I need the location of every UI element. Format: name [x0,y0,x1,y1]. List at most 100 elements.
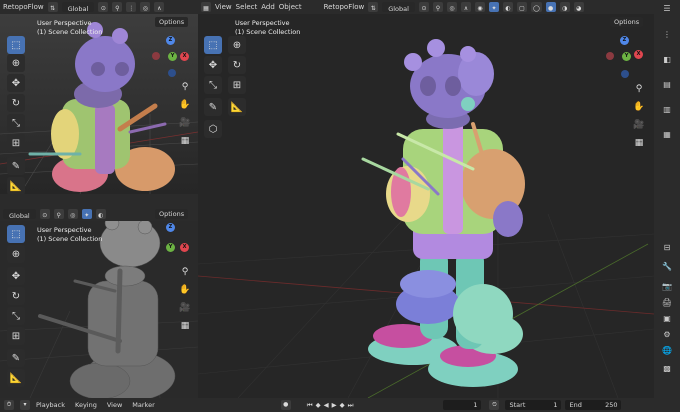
gizmo-y-axis[interactable]: Y [168,52,177,61]
ortho-grid-icon[interactable]: ▦ [178,134,192,148]
menu-add[interactable]: Add [261,0,275,14]
timeline-dropdown-icon[interactable]: ▾ [20,400,30,410]
view-layer-icon[interactable]: ▣ [660,314,674,326]
pivot-icon[interactable]: ⊙ [39,209,50,219]
move-tool[interactable]: ✥ [7,267,25,285]
top-left-viewport[interactable]: User Perspective (1) Scene Collection ⬚ … [0,14,198,194]
cursor-tool[interactable]: ⊕ [7,54,25,72]
zoom-icon[interactable]: ⚲ [178,80,192,94]
transform-tool[interactable]: ⊞ [7,134,25,152]
menu-keying[interactable]: Keying [75,401,97,409]
prev-keyframe-icon[interactable]: ◆ [316,401,321,409]
pan-hand-icon[interactable]: ✋ [178,98,192,112]
camera-icon[interactable]: 🎥 [178,116,192,130]
gizmo-y-axis[interactable]: Y [622,52,631,61]
scale-tool[interactable]: ⤡ [7,307,25,325]
transform-tool[interactable]: ⊞ [7,327,25,345]
menu-select[interactable]: Select [236,0,258,14]
play-icon[interactable]: ▶ [332,401,337,409]
pivot-icon[interactable]: ⊙ [98,2,109,12]
menu-playback[interactable]: Playback [36,401,65,409]
proportional-edit-icon[interactable]: ◎ [67,209,78,219]
orientation-dropdown[interactable]: Global [61,2,95,13]
main-viewport[interactable]: User Perspective (1) Scene Collection ⬚ … [198,14,654,398]
move-tool[interactable]: ✥ [204,56,222,74]
solid-shading-icon[interactable]: ● [545,2,556,12]
select-box-tool[interactable]: ⬚ [204,36,222,54]
render-properties-icon[interactable]: 📷 [660,282,674,294]
gizmo-z-axis[interactable]: Z [620,36,629,45]
overlay-icon[interactable]: ◐ [502,2,513,12]
object-list-icon[interactable]: ▥ [660,105,674,117]
scale-tool[interactable]: ⤡ [204,76,222,94]
pan-hand-icon[interactable]: ✋ [178,283,192,297]
xray-icon[interactable]: ▢ [516,2,527,12]
shading-icon[interactable]: ✦ [81,209,92,219]
scene-icon[interactable]: ◧ [660,55,674,67]
proportional-edit-icon[interactable]: ◎ [446,2,457,12]
tool-properties-icon[interactable]: 🔧 [660,262,674,274]
world-properties-icon[interactable]: 🌐 [660,346,674,358]
bottom-left-viewport[interactable]: User Perspective (1) Scene Collection ⬚ … [0,221,198,398]
snap-target-icon[interactable]: ⋮ [126,2,137,12]
gizmo-z-axis[interactable]: Z [166,223,175,232]
record-icon[interactable]: ● [280,400,291,410]
orientation-dropdown[interactable]: Global [3,209,36,220]
pivot-icon[interactable]: ⊙ [418,2,429,12]
menu-view[interactable]: View [107,401,122,409]
visibility-icon[interactable]: ◉ [474,2,485,12]
gizmo-x-negative[interactable] [152,52,160,60]
clock-icon[interactable]: ⏲ [489,400,500,410]
cursor-tool[interactable]: ⊕ [228,36,246,54]
jump-start-icon[interactable]: ⏮ [307,401,313,410]
properties-menu-icon[interactable]: ⊟ [660,243,674,255]
next-keyframe-icon[interactable]: ◆ [340,401,345,409]
measure-tool[interactable]: 📐 [7,369,25,387]
gizmo-x-axis[interactable]: X [180,52,189,61]
gizmo-x-axis[interactable]: X [634,50,643,59]
transform-orientation-icon[interactable]: ⇅ [47,2,58,12]
timeline-editor-icon[interactable]: ⏱ [4,400,14,410]
camera-icon[interactable]: 🎥 [632,118,646,132]
annotate-tool[interactable]: ✎ [7,349,25,367]
visibility-icon[interactable]: ▦ [660,130,674,142]
ortho-grid-icon[interactable]: ▦ [178,319,192,333]
gizmo-z-axis[interactable]: Z [166,36,175,45]
camera-icon[interactable]: 🎥 [178,301,192,315]
gizmo-y-axis[interactable]: Y [166,243,175,252]
ortho-grid-icon[interactable]: ▦ [632,136,646,150]
annotate-tool[interactable]: ✎ [204,98,222,116]
proportional-edit-icon[interactable]: ◎ [140,2,151,12]
scale-tool[interactable]: ⤡ [7,114,25,132]
add-cube-tool[interactable]: ⬡ [204,120,222,138]
rotate-tool[interactable]: ↻ [7,94,25,112]
output-properties-icon[interactable]: 🖨 [660,298,674,310]
gizmo-x-negative[interactable] [606,52,614,60]
editor-type-icon[interactable]: ▦ [201,2,211,12]
zoom-icon[interactable]: ⚲ [178,265,192,279]
select-box-tool[interactable]: ⬚ [7,225,25,243]
top-left-options-dropdown[interactable]: Options [155,17,189,27]
main-options-dropdown[interactable]: Options [610,17,644,27]
play-reverse-icon[interactable]: ◀ [324,401,329,409]
pan-hand-icon[interactable]: ✋ [632,100,646,114]
wireframe-shading-icon[interactable]: ◯ [530,2,542,12]
retopoflow-menu[interactable]: RetopoFlow [3,0,44,14]
collection-icon[interactable]: ▤ [660,80,674,92]
object-properties-icon[interactable]: ▩ [660,364,674,376]
end-frame-field[interactable]: End 250 [565,400,622,410]
snap-icon[interactable]: ⚲ [112,2,123,12]
snap-icon[interactable]: ⚲ [432,2,443,12]
gizmo-x-axis[interactable]: X [180,243,189,252]
measure-tool[interactable]: 📐 [7,177,25,194]
annotate-tool[interactable]: ✎ [7,157,25,175]
start-frame-field[interactable]: Start 1 [505,400,562,410]
select-box-tool[interactable]: ⬚ [7,36,25,54]
transform-tool[interactable]: ⊞ [228,76,246,94]
bottom-left-options-dropdown[interactable]: Options [155,209,189,219]
rotate-tool[interactable]: ↻ [228,56,246,74]
filter-icon[interactable]: ⋮ [660,30,674,42]
rendered-shading-icon[interactable]: ◕ [573,2,584,12]
current-frame-field[interactable]: 1 [443,400,482,410]
outliner-icon[interactable]: ☰ [660,4,674,16]
